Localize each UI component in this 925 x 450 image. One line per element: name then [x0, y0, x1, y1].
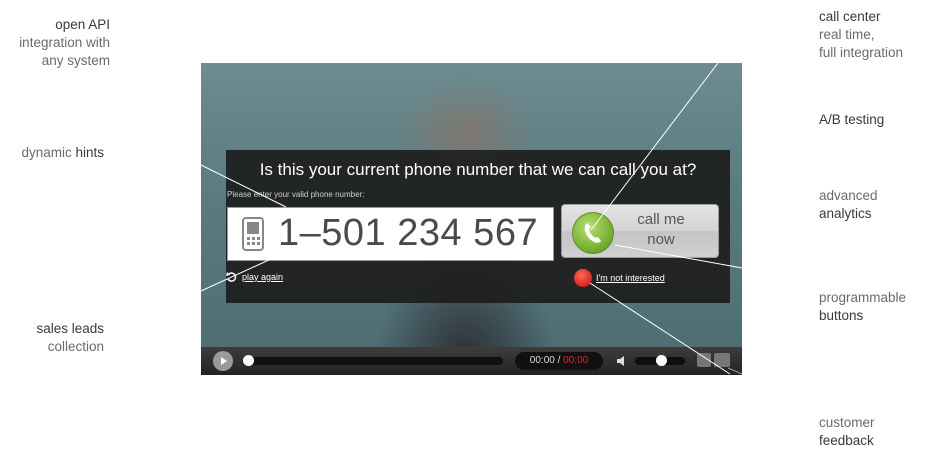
label-open-api: open API integration with any system — [19, 17, 110, 68]
phone-handset-icon — [572, 212, 614, 254]
label-advanced-analytics: advanced analytics — [819, 188, 878, 221]
mobile-phone-icon — [242, 217, 264, 251]
progress-bar[interactable] — [243, 355, 503, 366]
not-interested-label: I'm not interested — [596, 273, 665, 283]
phone-number-field[interactable]: 1–501 234 567 — [227, 207, 554, 261]
time-separator: / — [554, 355, 564, 366]
call-button-label: call me now — [637, 211, 685, 248]
play-button[interactable] — [213, 351, 233, 371]
label-ab-testing: A/B testing — [819, 112, 885, 127]
play-icon — [221, 357, 227, 365]
time-display: 00:00 / 00:00 — [515, 352, 603, 370]
play-again-label: play again — [242, 272, 284, 282]
video-player: Is this your current phone number that w… — [201, 63, 742, 375]
phone-hint: Please enter your valid phone number: — [227, 190, 365, 199]
time-current: 00:00 — [529, 355, 555, 366]
menu-icon[interactable] — [714, 353, 730, 367]
volume-icon[interactable] — [616, 355, 628, 367]
time-duration: 00:00 — [563, 355, 589, 366]
replay-icon — [226, 272, 237, 282]
progress-handle[interactable] — [243, 355, 254, 366]
label-dynamic-hints: dynamic hints — [21, 145, 104, 160]
label-call-center: call center real time, full integration — [819, 9, 904, 60]
label-customer-feedback: customer feedback — [819, 415, 875, 448]
handset-glyph — [584, 223, 601, 243]
hang-up-icon — [574, 269, 592, 287]
volume-handle[interactable] — [656, 355, 668, 366]
volume-slider[interactable] — [635, 355, 685, 366]
player-controls: 00:00 / 00:00 — [201, 347, 742, 375]
phone-capture-overlay: Is this your current phone number that w… — [226, 150, 730, 303]
overlay-question: Is this your current phone number that w… — [259, 160, 697, 179]
play-again-link[interactable]: play again — [226, 271, 283, 283]
phone-number-value: 1–501 234 567 — [278, 212, 539, 254]
label-sales-leads: sales leads collection — [36, 321, 104, 354]
call-me-now-button[interactable]: call me now — [561, 204, 719, 258]
label-programmable-buttons: programmable buttons — [819, 290, 907, 323]
fullscreen-icon[interactable] — [697, 353, 711, 367]
not-interested-link[interactable]: I'm not interested — [574, 269, 665, 287]
